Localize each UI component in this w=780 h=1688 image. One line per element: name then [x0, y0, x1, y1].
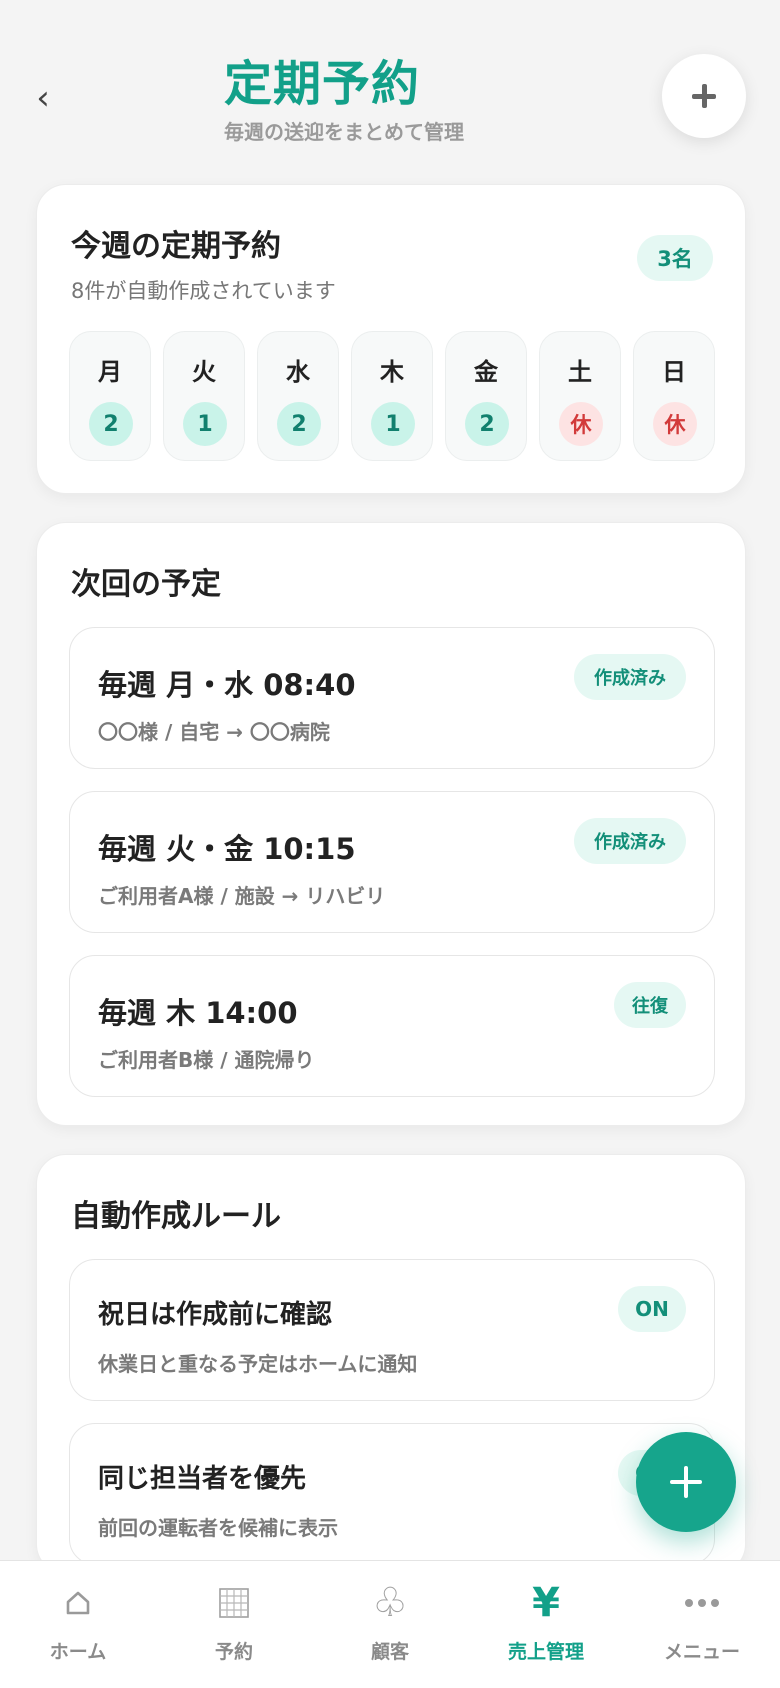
weekly-summary-title: 今週の定期予約	[71, 229, 281, 264]
day-wed[interactable]: 水 2	[257, 331, 339, 461]
rule-toggle[interactable]: ON	[618, 1286, 686, 1332]
page-title: 定期予約	[224, 56, 421, 112]
day-fri[interactable]: 金 2	[445, 331, 527, 461]
nav-item-customers[interactable]: ♧ 顧客	[312, 1561, 468, 1688]
day-label: 金	[474, 358, 498, 386]
schedule-item-title: 毎週 木 14:00	[98, 996, 298, 1030]
nav-label: 顧客	[370, 1641, 409, 1663]
schedule-item[interactable]: 毎週 木 14:00 ご利用者B様 / 通院帰り 往復	[69, 955, 715, 1097]
schedule-item-title: 毎週 火・金 10:15	[98, 832, 356, 866]
day-count-badge: 1	[371, 402, 415, 446]
day-count-badge: 2	[277, 402, 321, 446]
day-thu[interactable]: 木 1	[351, 331, 433, 461]
schedule-item-route: ご利用者B様 / 通院帰り	[98, 1048, 315, 1072]
day-count-badge: 2	[89, 402, 133, 446]
plus-icon	[692, 84, 716, 108]
status-badge: 作成済み	[574, 818, 686, 864]
day-off-badge: 休	[559, 402, 603, 446]
day-label: 土	[568, 358, 592, 386]
nav-item-sales[interactable]: ¥ 売上管理	[468, 1561, 624, 1688]
home-icon	[0, 1583, 156, 1623]
day-count-badge: 1	[183, 402, 227, 446]
day-label: 日	[662, 358, 686, 386]
user-count-badge: 3名	[637, 235, 713, 281]
day-label: 木	[380, 358, 404, 386]
nav-item-home[interactable]: ホーム	[0, 1561, 156, 1688]
day-label: 水	[286, 358, 310, 386]
schedule-item[interactable]: 毎週 火・金 10:15 ご利用者A様 / 施設 → リハビリ 作成済み	[69, 791, 715, 933]
weekly-summary-card: 今週の定期予約 8件が自動作成されています 3名 月 2 火 1 水 2 木 1…	[36, 184, 746, 494]
bottom-nav: ホーム 予約 ♧ 顧客 ¥ 売上管理 メニュー	[0, 1560, 780, 1688]
status-badge: 作成済み	[574, 654, 686, 700]
day-label: 火	[192, 358, 216, 386]
weekly-summary-subtitle: 8件が自動作成されています	[71, 279, 336, 303]
chevron-left-icon: ‹	[36, 78, 50, 118]
status-badge: 往復	[614, 982, 686, 1028]
nav-label: メニュー	[663, 1641, 740, 1663]
more-dots-icon	[624, 1583, 780, 1623]
nav-item-reservations[interactable]: 予約	[156, 1561, 312, 1688]
page-subtitle: 毎週の送迎をまとめて管理	[224, 120, 464, 144]
fab-add-button[interactable]	[636, 1432, 736, 1532]
nav-label: 予約	[214, 1641, 253, 1663]
schedule-item-route: ご利用者A様 / 施設 → リハビリ	[98, 884, 386, 908]
schedule-item[interactable]: 毎週 月・水 08:40 〇〇様 / 自宅 → 〇〇病院 作成済み	[69, 627, 715, 769]
schedule-item-route: 〇〇様 / 自宅 → 〇〇病院	[98, 720, 330, 744]
plus-icon	[670, 1466, 702, 1498]
rule-item-description: 休業日と重なる予定はホームに通知	[98, 1352, 418, 1376]
day-sun[interactable]: 日 休	[633, 331, 715, 461]
nav-item-menu[interactable]: メニュー	[624, 1561, 780, 1688]
add-schedule-button[interactable]	[662, 54, 746, 138]
schedule-item-title: 毎週 月・水 08:40	[98, 668, 356, 702]
rule-item[interactable]: 祝日は作成前に確認 休業日と重なる予定はホームに通知 ON	[69, 1259, 715, 1401]
club-icon: ♧	[372, 1580, 408, 1626]
weekday-list: 月 2 火 1 水 2 木 1 金 2 土 休 日 休	[69, 331, 715, 461]
day-mon[interactable]: 月 2	[69, 331, 151, 461]
yen-icon: ¥	[532, 1580, 560, 1626]
calendar-grid-icon	[156, 1583, 312, 1623]
nav-label: 売上管理	[507, 1641, 584, 1663]
header: ‹ 定期予約 毎週の送迎をまとめて管理	[0, 0, 780, 170]
day-count-badge: 2	[465, 402, 509, 446]
rule-item-title: 祝日は作成前に確認	[98, 1300, 333, 1330]
back-button[interactable]: ‹	[28, 78, 58, 118]
auto-rules-title: 自動作成ルール	[71, 1199, 281, 1234]
day-label: 月	[98, 358, 122, 386]
day-off-badge: 休	[653, 402, 697, 446]
day-tue[interactable]: 火 1	[163, 331, 245, 461]
rule-item-title: 同じ担当者を優先	[98, 1464, 307, 1494]
next-schedule-card: 次回の予定 毎週 月・水 08:40 〇〇様 / 自宅 → 〇〇病院 作成済み …	[36, 522, 746, 1126]
day-sat[interactable]: 土 休	[539, 331, 621, 461]
rule-item-description: 前回の運転者を候補に表示	[98, 1516, 338, 1540]
auto-rules-card: 自動作成ルール 祝日は作成前に確認 休業日と重なる予定はホームに通知 ON 同じ…	[36, 1154, 746, 1574]
nav-label: ホーム	[49, 1641, 107, 1663]
rule-item[interactable]: 同じ担当者を優先 前回の運転者を候補に表示 ON	[69, 1423, 715, 1565]
next-schedule-title: 次回の予定	[71, 567, 221, 602]
